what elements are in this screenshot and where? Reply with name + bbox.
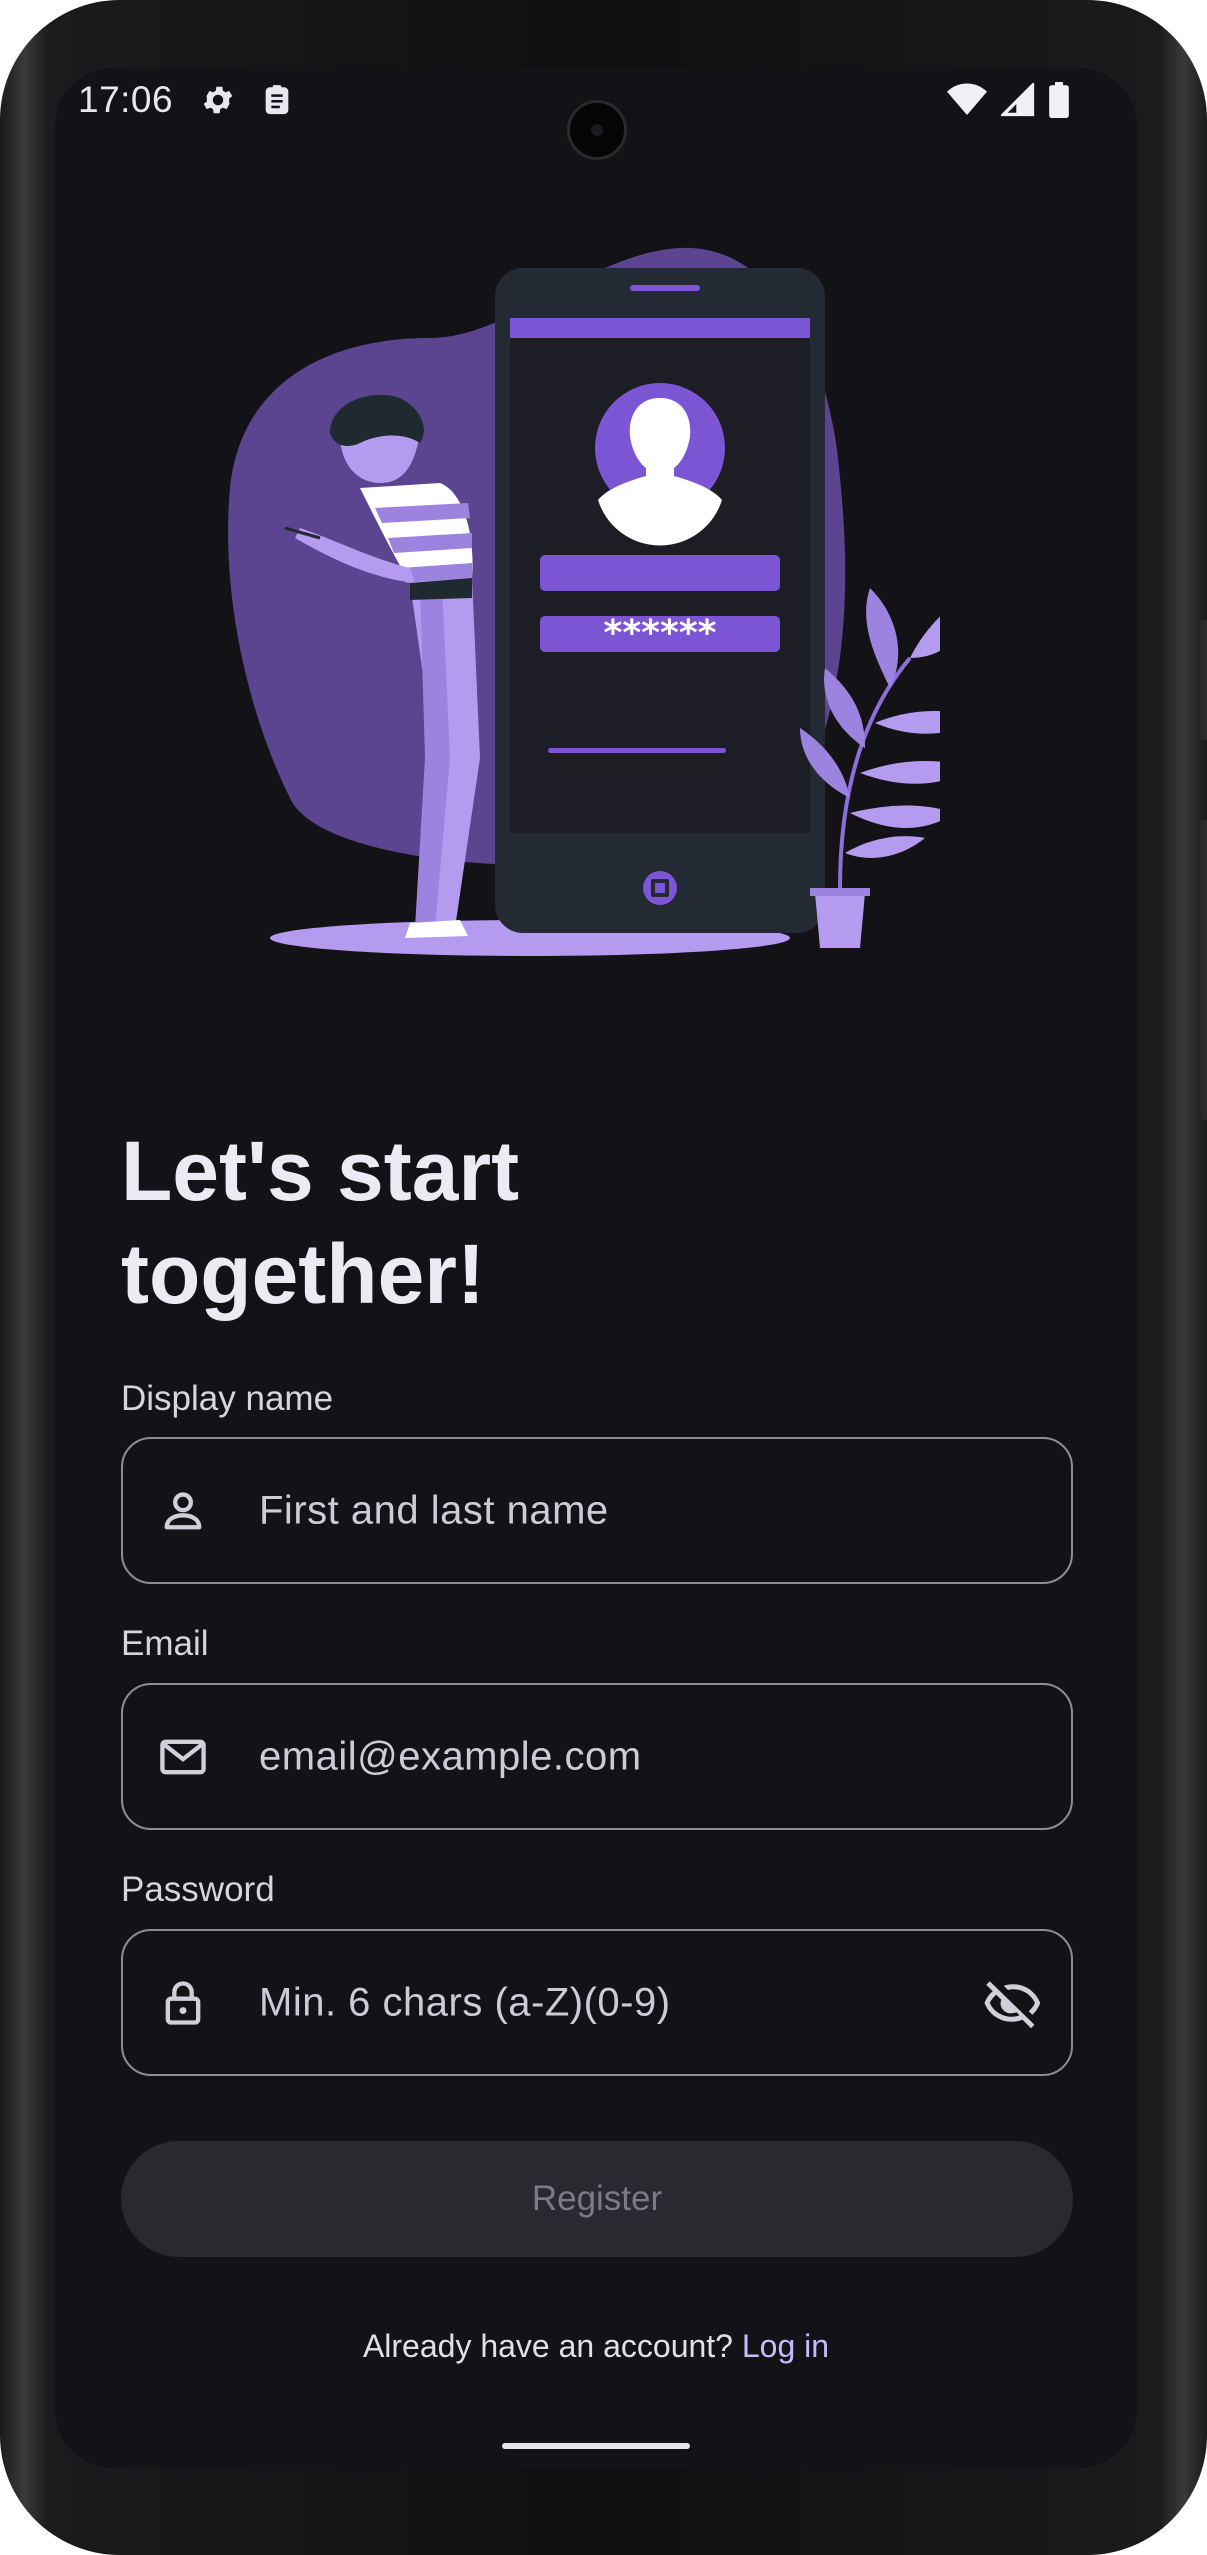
wifi-icon [947, 83, 987, 115]
clipboard-icon [265, 85, 289, 115]
gear-icon [203, 86, 233, 114]
status-icons-right [947, 82, 1069, 118]
home-indicator[interactable] [502, 2443, 690, 2449]
display-name-field[interactable]: First and last name [121, 1437, 1073, 1584]
mail-icon [160, 1739, 206, 1774]
volume-button [1201, 620, 1207, 740]
display-name-label: Display name [121, 1379, 334, 1418]
status-icons-left [200, 82, 294, 118]
page-title-line1: Let's start [121, 1124, 520, 1218]
password-mask: ****** [604, 613, 717, 654]
email-placeholder: email@example.com [259, 1734, 642, 1778]
login-prompt-text: Already have an account? [362, 2328, 742, 2364]
signal-icon [1001, 83, 1035, 117]
side-button [1201, 820, 1207, 1120]
visibility-off-icon[interactable] [983, 1973, 1043, 2033]
email-field[interactable]: email@example.com [121, 1683, 1073, 1830]
status-time: 17:06 [78, 79, 174, 120]
page-title: Let's start together! [121, 1120, 821, 1326]
page-title-line2: together! [121, 1227, 485, 1321]
phone-graphic: ****** [495, 268, 825, 933]
device-frame: 17:06 ****** Let's start together! Displ… [0, 0, 1207, 2555]
display-name-placeholder: First and last name [259, 1488, 609, 1532]
battery-icon [1049, 82, 1069, 118]
password-label: Password [121, 1870, 275, 1909]
login-prompt: Already have an account? Log in [55, 2328, 1137, 2365]
password-placeholder: Min. 6 chars (a-Z)(0-9) [259, 1980, 671, 2024]
password-field[interactable]: Min. 6 chars (a-Z)(0-9) [121, 1929, 1073, 2076]
screen: 17:06 ****** Let's start together! Displ… [55, 68, 1137, 2468]
front-camera [567, 100, 627, 160]
person-icon [164, 1491, 202, 1529]
email-label: Email [121, 1624, 209, 1663]
login-link[interactable]: Log in [742, 2328, 829, 2364]
register-illustration: ****** [228, 247, 940, 956]
lock-icon [165, 1980, 201, 2025]
register-button[interactable]: Register [121, 2141, 1073, 2257]
